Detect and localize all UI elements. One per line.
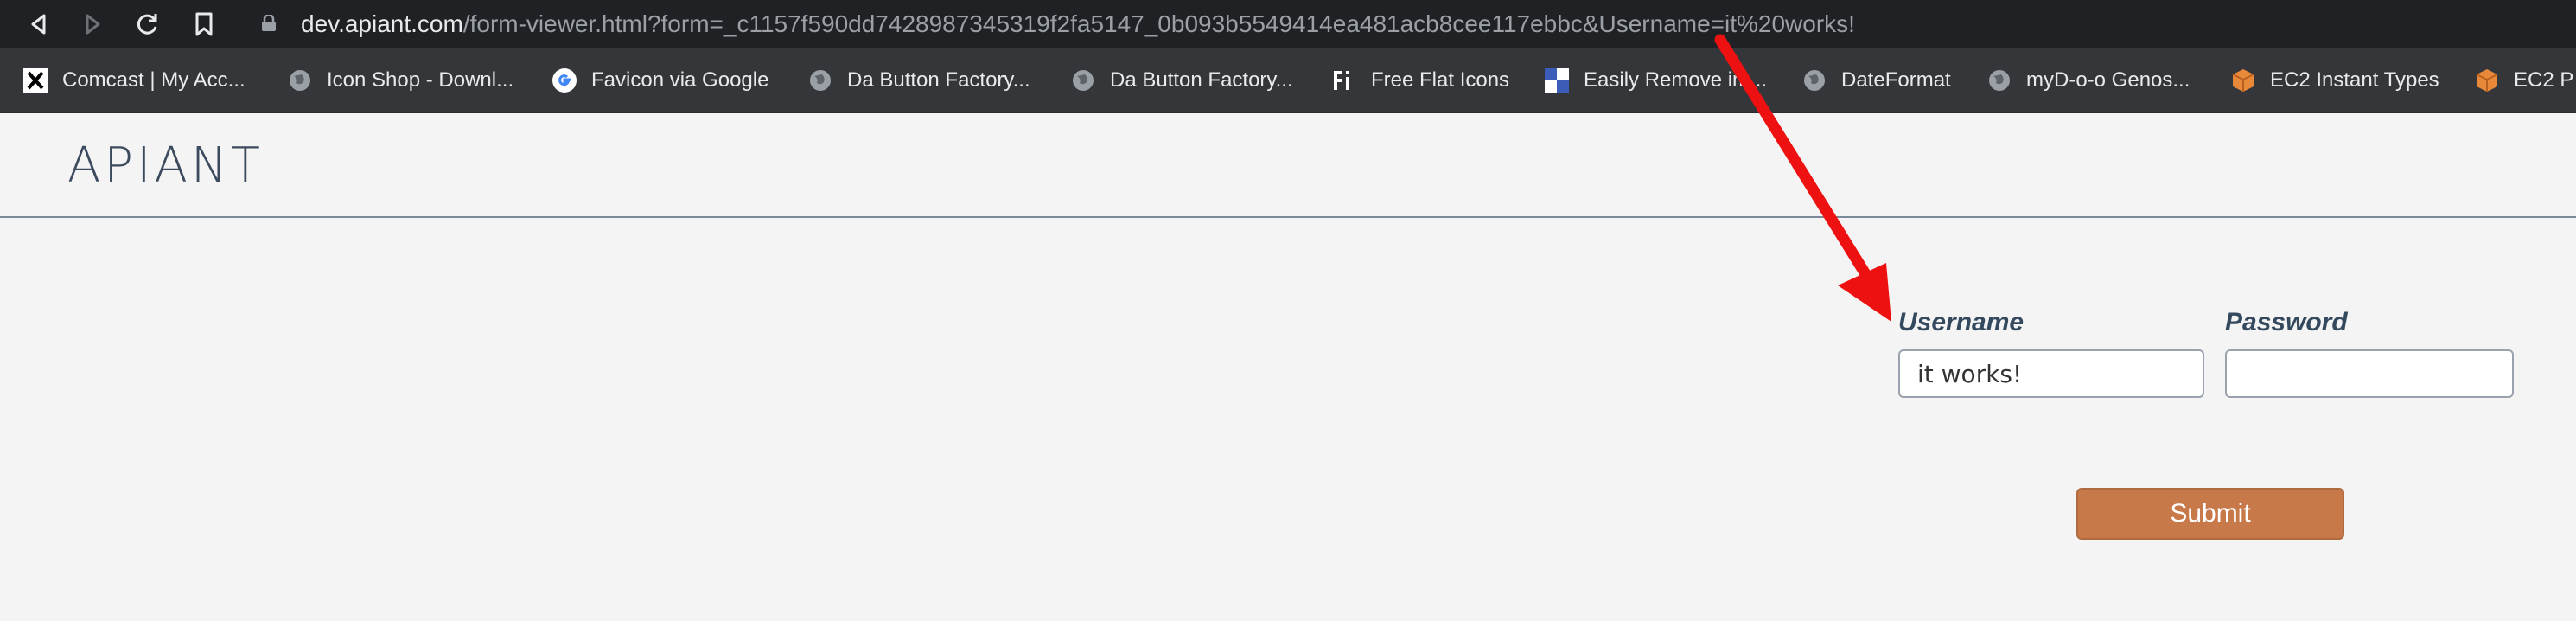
aws-cube-icon bbox=[2230, 67, 2256, 93]
bookmark-label: Free Flat Icons bbox=[1371, 68, 1510, 92]
bookmark-label: Da Button Factory... bbox=[1110, 68, 1293, 92]
bookmarks-bar: Comcast | My Acc... Icon Shop - Downl...… bbox=[0, 48, 2576, 113]
arrow-head bbox=[1838, 263, 1891, 322]
reload-button[interactable] bbox=[131, 8, 163, 41]
bookmark-button[interactable] bbox=[188, 8, 220, 41]
bookmark-icon bbox=[195, 12, 213, 36]
google-icon bbox=[552, 67, 577, 93]
bookmark-item[interactable]: Da Button Factory... bbox=[1070, 63, 1293, 98]
url-path: /form-viewer.html?form=_c1157f590dd74289… bbox=[462, 10, 1855, 37]
url-host: dev.apiant.com bbox=[301, 10, 463, 37]
globe-icon bbox=[1986, 67, 2012, 93]
globe-icon bbox=[1070, 67, 1096, 93]
bookmark-label: Icon Shop - Downl... bbox=[327, 68, 514, 92]
bookmark-label: Easily Remove im... bbox=[1584, 68, 1768, 92]
bookmark-item[interactable]: EC2 P bbox=[2474, 63, 2573, 98]
bookmark-label: EC2 Instant Types bbox=[2270, 68, 2439, 92]
checker-icon bbox=[1544, 67, 1570, 93]
bookmark-item[interactable]: EC2 Instant Types bbox=[2230, 63, 2439, 98]
globe-icon bbox=[287, 67, 313, 93]
bookmark-label: EC2 P bbox=[2514, 68, 2574, 92]
password-input[interactable] bbox=[2225, 349, 2514, 398]
fi-logo-icon bbox=[1331, 67, 1357, 93]
password-label: Password bbox=[2225, 308, 2348, 336]
bookmark-item[interactable]: DateFormat bbox=[1801, 63, 1951, 98]
bookmark-item[interactable]: Easily Remove im... bbox=[1544, 63, 1767, 98]
bookmark-item[interactable]: Comcast | My Acc... bbox=[22, 63, 245, 98]
globe-icon bbox=[807, 67, 833, 93]
aws-cube-icon bbox=[2474, 67, 2500, 93]
bookmark-label: Comcast | My Acc... bbox=[62, 68, 245, 92]
page-header: APIANT bbox=[0, 113, 2576, 218]
lock-icon bbox=[262, 15, 276, 31]
back-icon bbox=[31, 14, 46, 35]
bookmark-item[interactable]: Favicon via Google bbox=[552, 63, 768, 98]
url-text[interactable]: dev.apiant.com/form-viewer.html?form=_c1… bbox=[301, 8, 1855, 41]
bookmark-label: Favicon via Google bbox=[591, 68, 769, 92]
bookmark-label: myD-o-o Genos... bbox=[2026, 68, 2190, 92]
bookmark-item[interactable]: Da Button Factory... bbox=[807, 63, 1030, 98]
reload-icon bbox=[137, 14, 157, 35]
globe-icon bbox=[1801, 67, 1827, 93]
browser-toolbar: dev.apiant.com/form-viewer.html?form=_c1… bbox=[0, 0, 2576, 48]
username-label: Username bbox=[1898, 308, 2024, 336]
bookmark-item[interactable]: Icon Shop - Downl... bbox=[287, 63, 513, 98]
back-button[interactable] bbox=[22, 8, 54, 41]
bookmark-label: Da Button Factory... bbox=[847, 68, 1030, 92]
submit-button[interactable]: Submit bbox=[2076, 488, 2344, 540]
bookmark-label: DateFormat bbox=[1841, 68, 1951, 92]
forward-icon bbox=[86, 14, 100, 35]
bookmark-item[interactable]: Free Flat Icons bbox=[1331, 63, 1509, 98]
username-input[interactable] bbox=[1898, 349, 2204, 398]
apiant-logo: APIANT bbox=[67, 138, 264, 194]
bookmark-item[interactable]: myD-o-o Genos... bbox=[1986, 63, 2190, 98]
forward-button[interactable] bbox=[78, 8, 109, 41]
x-logo-icon bbox=[22, 67, 48, 93]
